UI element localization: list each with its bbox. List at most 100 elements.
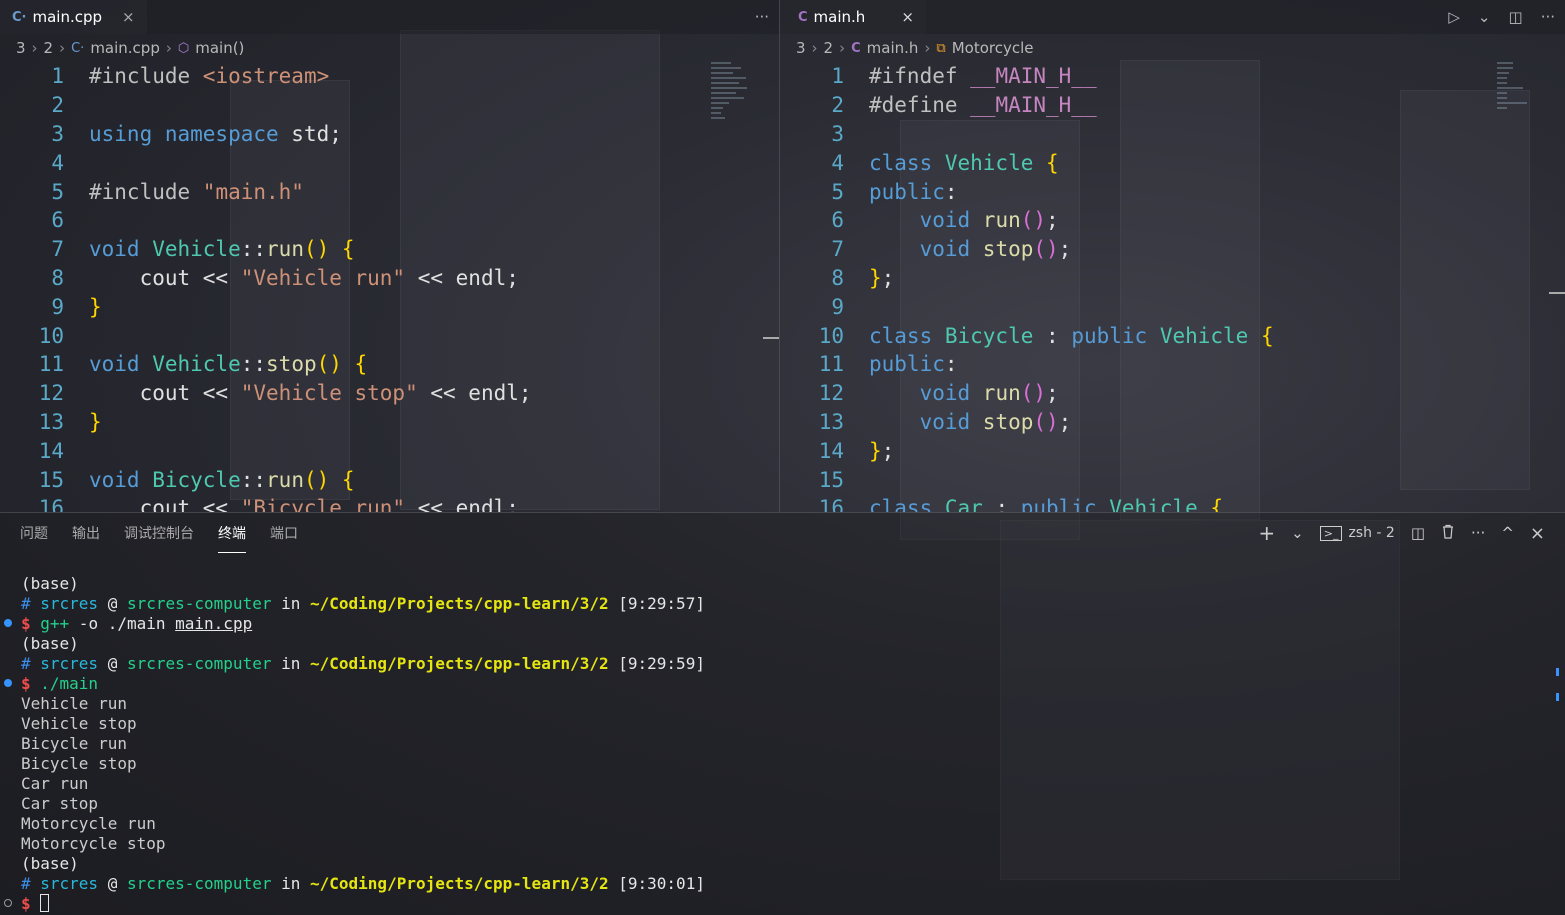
line-number: 4 [51,150,64,175]
breadcrumb-item[interactable]: 3 [16,39,26,57]
code-line[interactable]: 3 using namespace std; [0,120,759,149]
line-number: 8 [51,265,64,290]
code-token: () [1020,381,1047,406]
terminal-text: # [21,593,41,613]
code-line[interactable]: 14 [0,436,759,465]
line-content: class Vehicle { [850,151,1059,175]
code-line[interactable]: 4 [0,148,759,177]
breadcrumb-item[interactable]: 3 [796,39,806,57]
line-number: 12 [38,381,64,406]
code-line[interactable]: 2 #define __MAIN_H__ [780,91,1545,120]
terminal-text: ~/Coding/Projects/cpp-learn/3/2 [310,653,609,673]
command-decoration-icon[interactable] [4,899,12,907]
code-line[interactable]: 11 public: [780,350,1545,379]
code-line[interactable]: 5 public: [780,177,1545,206]
code-line[interactable]: 6 void run(); [780,206,1545,235]
split-editor-icon[interactable]: ◫ [1509,8,1523,26]
code-line[interactable]: 16 cout << "Bicycle run" << endl; [0,494,759,512]
code-line[interactable]: 14}; [780,436,1545,465]
terminal-text: g++ [40,613,70,633]
more-actions-icon[interactable]: ··· [1471,524,1485,542]
tab-main-h[interactable]: C main.h × [780,0,926,34]
terminal-text: Car run [21,773,89,793]
terminal-output[interactable]: (base) # srcres @ srcres-computer in ~/Co… [0,573,1545,913]
breadcrumb-item[interactable]: main.h [867,39,919,57]
chevron-down-icon[interactable]: ⌄ [1291,524,1304,542]
more-actions-icon[interactable]: ··· [1541,8,1555,26]
close-icon[interactable]: × [122,8,135,26]
code-line[interactable]: 10 class Bicycle : public Vehicle { [780,321,1545,350]
code-token: class [869,323,945,348]
run-debug-icon[interactable]: ▷ [1448,8,1460,26]
code-line[interactable]: 6 [0,206,759,235]
code-line[interactable]: 3 [780,120,1545,149]
panel-tab[interactable]: 问题 [20,513,48,553]
close-icon[interactable]: × [901,8,914,26]
code-line[interactable]: 2 [0,91,759,120]
code-token: } [89,294,102,319]
code-line[interactable]: 5 #include "main.h" [0,177,759,206]
panel-actions: + ⌄ >_ zsh - 2 ◫ ··· ^ × [1258,513,1545,553]
code-editor[interactable]: 1 #include <iostream> 2 3 using namespace st… [0,62,759,512]
code-line[interactable]: 12 cout << "Vehicle stop" << endl; [0,379,759,408]
terminal-text: [9:29:57] [608,593,705,613]
panel-tab[interactable]: 端口 [270,513,298,553]
chevron-down-icon[interactable]: ⌄ [1478,8,1491,26]
command-decoration-icon[interactable] [4,619,12,627]
code-line[interactable]: 13} [0,408,759,437]
code-token: cout << [89,496,241,512]
trash-icon[interactable] [1441,524,1455,543]
close-panel-icon[interactable]: × [1530,523,1545,544]
panel-tab[interactable]: 调试控制台 [124,513,194,553]
line-number: 4 [831,150,844,175]
code-line[interactable]: 15 void Bicycle::run() { [0,465,759,494]
code-token: () [1033,237,1059,262]
code-editor[interactable]: 1 #ifndef __MAIN_H__ 2 #define __MAIN_H__ 3 4… [780,62,1545,512]
code-line[interactable]: 1 #ifndef __MAIN_H__ [780,62,1545,91]
breadcrumb-item[interactable]: Motorcycle [952,39,1034,57]
terminal-shell-selector[interactable]: >_ zsh - 2 [1319,525,1395,541]
scrollbar-thumb[interactable] [763,337,779,339]
panel-tab[interactable]: 输出 [72,513,100,553]
line-number: 5 [51,179,64,204]
code-line[interactable]: 4 class Vehicle { [780,148,1545,177]
code-token: cout << [89,265,241,290]
code-line[interactable]: 8}; [780,264,1545,293]
terminal-text: Vehicle run [21,693,127,713]
terminal-text: $ [21,893,41,913]
code-line[interactable]: 7 void stop(); [780,235,1545,264]
line-number: 7 [831,237,844,262]
tab-main-cpp[interactable]: C· main.cpp × [0,0,147,34]
code-line[interactable]: 9 [780,292,1545,321]
breadcrumb-item[interactable]: 2 [824,39,834,57]
code-token: : [1046,323,1072,348]
add-terminal-icon[interactable]: + [1258,521,1275,545]
code-line[interactable]: 1 #include <iostream> [0,62,759,91]
code-line[interactable]: 12 void run(); [780,379,1545,408]
minimap[interactable] [1497,62,1537,182]
code-line[interactable]: 7 void Vehicle::run() { [0,235,759,264]
code-line[interactable]: 9} [0,292,759,321]
breadcrumb-item[interactable]: main.cpp [90,39,160,57]
breadcrumb-item[interactable]: main() [195,39,244,57]
code-token: void [919,381,983,406]
code-line[interactable]: 8 cout << "Vehicle run" << endl; [0,264,759,293]
terminal-text: @ [98,653,127,673]
code-token: ; [1058,409,1072,434]
code-token: public [869,352,945,377]
code-line[interactable]: 15 [780,465,1545,494]
more-actions-icon[interactable]: ··· [755,8,769,26]
command-decoration-icon[interactable] [4,679,12,687]
minimap[interactable] [711,62,751,182]
code-line[interactable]: 13 void stop(); [780,408,1545,437]
breadcrumb: 3 › 2 › C· main.cpp › ⬡ main() [0,34,779,62]
split-terminal-icon[interactable]: ◫ [1411,524,1425,542]
breadcrumb-item[interactable]: 2 [44,39,54,57]
panel-tab[interactable]: 终端 [218,513,246,553]
code-line[interactable]: 11 void Vehicle::stop() { [0,350,759,379]
code-line[interactable]: 16 class Car : public Vehicle { [780,494,1545,512]
scrollbar-thumb[interactable] [1549,292,1565,294]
code-line[interactable]: 10 [0,321,759,350]
maximize-panel-icon[interactable]: ^ [1501,524,1514,542]
